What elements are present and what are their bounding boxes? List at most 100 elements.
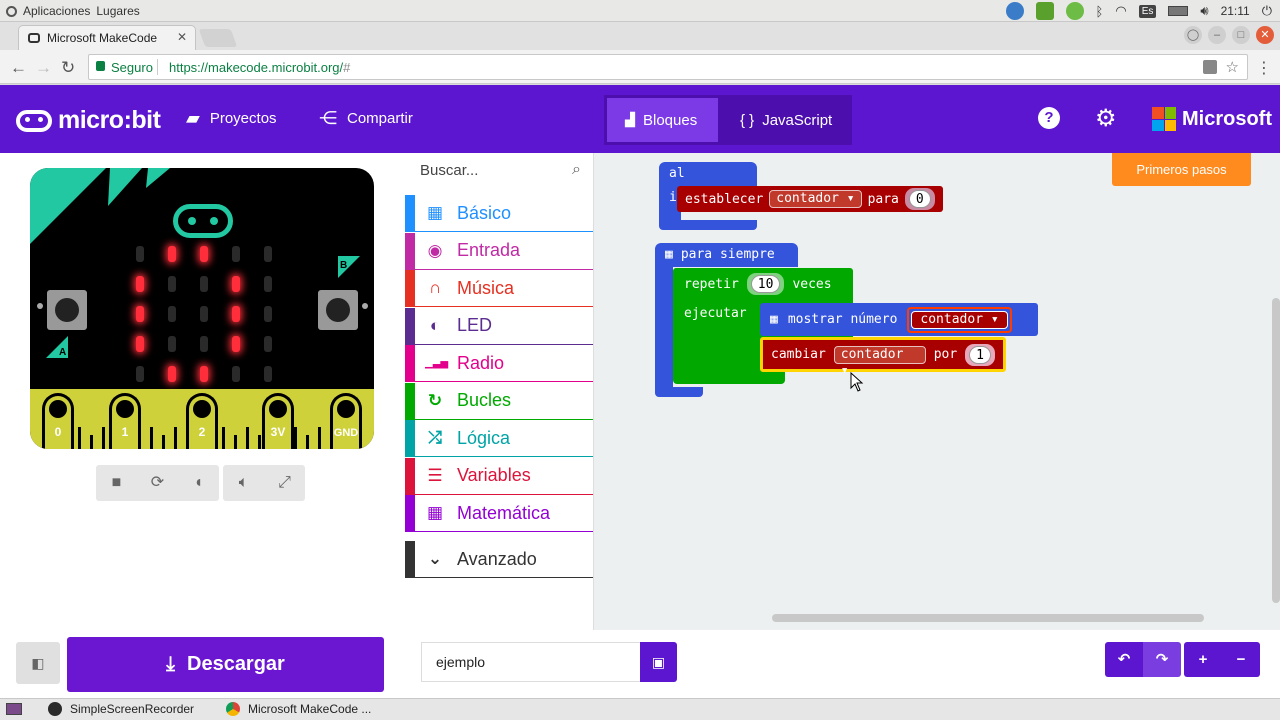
led [200, 246, 208, 262]
projects-button[interactable]: ▰ Proyectos [186, 108, 277, 129]
set-variable-block[interactable]: establecer contador ▾ para 0 [677, 186, 943, 212]
led [264, 246, 272, 262]
microsoft-logo[interactable]: Microsoft [1152, 107, 1272, 131]
translate-icon[interactable] [1203, 60, 1217, 74]
signal-icon: ▁▃▅ [425, 357, 449, 369]
tray-app-icon[interactable] [1035, 2, 1054, 20]
grid-icon: ▦ [426, 203, 444, 222]
toolbox-category-3[interactable]: ◐ LED [405, 307, 593, 345]
browser-menu-icon[interactable]: ⋮ [1256, 58, 1272, 78]
variable-dropdown[interactable]: contador ▾ [911, 310, 1008, 329]
toolbox: Buscar... ⌕ ▦ Básico ◉ Entrada ∩ Música ◐ LED ▁▃… [405, 153, 593, 630]
search-icon[interactable]: ⌕ [572, 161, 581, 179]
microbit-logo[interactable]: micro:bit [16, 106, 161, 135]
led [264, 276, 272, 292]
slowmo-icon[interactable]: ◖ [178, 465, 219, 501]
zoom-in-icon[interactable]: + [1184, 642, 1222, 677]
redo-icon[interactable]: ↷ [1143, 642, 1181, 677]
toolbox-category-5[interactable]: ↻ Bucles [405, 382, 593, 420]
editor-toggle: ▟ Bloques { } JavaScript [604, 95, 852, 145]
toolbox-category-0[interactable]: ▦ Básico [405, 195, 593, 232]
change-variable-block[interactable]: cambiar contador ▾ por 1 [760, 337, 1006, 378]
variable-dropdown[interactable]: contador ▾ [769, 190, 862, 208]
pin-gnd[interactable] [330, 393, 362, 449]
javascript-tab[interactable]: { } JavaScript [722, 98, 850, 142]
url-input[interactable]: Seguro https://makecode.microbit.org/# ☆ [88, 54, 1248, 80]
reload-icon[interactable]: ↻ [61, 58, 75, 78]
blocks-tab[interactable]: ▟ Bloques [607, 98, 718, 142]
os-menu-apps[interactable]: Aplicaciones [23, 4, 90, 18]
pin-3v[interactable] [262, 393, 294, 449]
number-input[interactable]: 1 [969, 345, 991, 364]
tray-app-icon[interactable] [1005, 2, 1024, 20]
keyboard-layout[interactable]: Es [1138, 4, 1157, 18]
led [168, 276, 176, 292]
toolbox-category-1[interactable]: ◉ Entrada [405, 232, 593, 270]
getting-started-button[interactable]: Primeros pasos [1112, 153, 1251, 186]
toolbox-category-advanced[interactable]: ⌄ Avanzado [405, 541, 593, 578]
toolbox-category-7[interactable]: ☰ Variables [405, 457, 593, 495]
microbit-board[interactable]: A B 0 1 2 3V GND [30, 168, 374, 449]
taskbar-item[interactable]: Microsoft MakeCode ... [226, 702, 371, 716]
simulator-toolbar: ■ ⟳ ◖ 🔈︎ ⤢ [96, 465, 305, 501]
new-tab-button[interactable] [198, 29, 238, 47]
zoom-out-icon[interactable]: − [1222, 642, 1260, 677]
button-a[interactable] [47, 290, 87, 330]
power-icon[interactable]: ⏻ [1262, 3, 1272, 19]
share-button[interactable]: ⋲ Compartir [319, 108, 413, 129]
horizontal-scrollbar[interactable] [772, 614, 1204, 622]
pin-label: 3V [270, 425, 286, 439]
minimize-button[interactable]: – [1208, 26, 1226, 44]
blocks-workspace[interactable]: Primeros pasos al iniciar establecer con… [593, 153, 1280, 630]
show-desktop-icon[interactable] [6, 703, 22, 715]
battery-icon[interactable] [1168, 6, 1189, 16]
svg-text:A: A [59, 347, 66, 358]
restart-icon[interactable]: ⟳ [137, 465, 178, 501]
show-number-block[interactable]: ▦ mostrar número contador ▾ [760, 303, 1038, 336]
tray-app-icon[interactable] [1065, 2, 1084, 20]
maximize-button[interactable]: □ [1232, 26, 1250, 44]
mute-icon[interactable]: 🔈︎ [223, 465, 264, 501]
volume-icon[interactable]: 🔊︎ [1200, 3, 1208, 19]
pin-1[interactable] [109, 393, 141, 449]
toolbox-category-2[interactable]: ∩ Música [405, 270, 593, 307]
pin-2[interactable] [186, 393, 218, 449]
toolbox-category-8[interactable]: ▦ Matemática [405, 495, 593, 532]
repeat-count-input[interactable]: 10 [750, 275, 781, 293]
close-tab-icon[interactable]: ✕ [177, 30, 187, 44]
toolbox-category-4[interactable]: ▁▃▅ Radio [405, 345, 593, 382]
fullscreen-icon[interactable]: ⤢ [264, 465, 305, 501]
close-window-button[interactable]: ✕ [1256, 26, 1274, 44]
bluetooth-icon[interactable]: ᛒ [1096, 4, 1104, 19]
help-icon[interactable]: ? [1038, 107, 1060, 129]
pin-0[interactable] [42, 393, 74, 449]
toolbox-search-input[interactable]: Buscar... ⌕ [405, 153, 593, 189]
toolbox-category-6[interactable]: ⤮ Lógica [405, 420, 593, 457]
browser-tab[interactable]: Microsoft MakeCode ✕ [18, 25, 196, 50]
variable-dropdown[interactable]: contador ▾ [833, 345, 926, 378]
led [264, 336, 272, 352]
profile-icon[interactable]: ◯ [1184, 26, 1202, 44]
number-input[interactable]: 0 [908, 190, 931, 208]
pin-label: 0 [54, 425, 62, 439]
clock[interactable]: 21:11 [1221, 4, 1250, 18]
collapse-simulator-button[interactable]: ◧ [16, 642, 60, 684]
stop-icon[interactable]: ■ [96, 465, 137, 501]
taskbar-item[interactable]: SimpleScreenRecorder [48, 702, 194, 716]
led [168, 246, 176, 262]
os-menu-places[interactable]: Lugares [96, 4, 139, 18]
project-name-input[interactable]: ejemplo [421, 642, 640, 682]
button-b[interactable] [318, 290, 358, 330]
vertical-scrollbar[interactable] [1272, 298, 1280, 603]
bookmark-star-icon[interactable]: ☆ [1226, 58, 1239, 76]
connector-tick [246, 427, 249, 449]
secure-label: Seguro [111, 60, 153, 75]
back-icon[interactable]: ← [10, 58, 27, 78]
download-button[interactable]: ⤓ Descargar [67, 637, 384, 692]
save-button[interactable]: ▣ [640, 642, 677, 682]
ubuntu-icon[interactable] [6, 5, 17, 17]
undo-icon[interactable]: ↶ [1105, 642, 1143, 677]
gear-icon[interactable]: ⚙ [1095, 104, 1117, 133]
forward-icon[interactable]: → [35, 58, 52, 78]
wifi-icon[interactable]: ◠ [1115, 3, 1126, 19]
